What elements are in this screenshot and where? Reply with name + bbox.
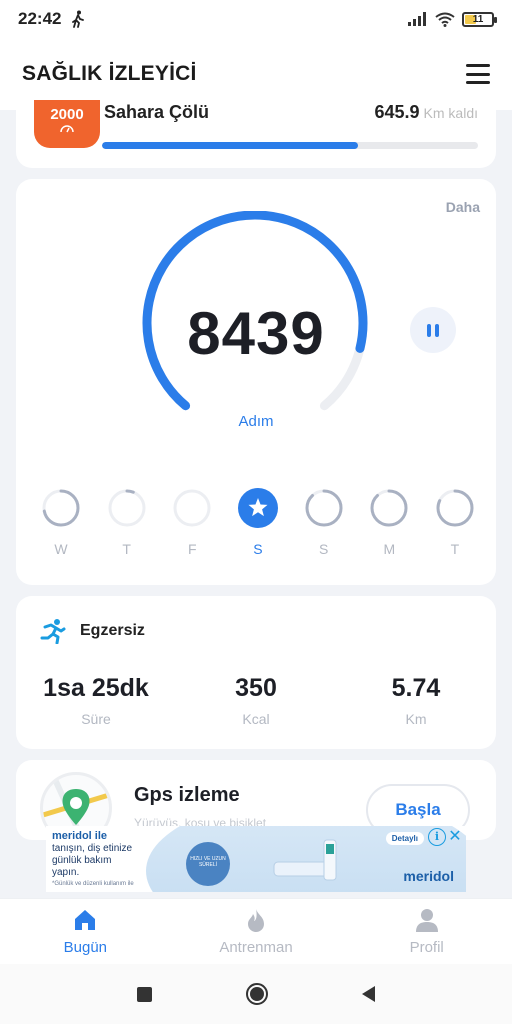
recents-button[interactable]	[137, 986, 152, 1002]
nav-item-profile[interactable]: Profil	[341, 899, 512, 964]
stat-label: Süre	[81, 711, 111, 727]
day-progress-ring	[173, 489, 211, 527]
steps-card: Daha 8439 Adım W T F S S M T	[16, 179, 496, 585]
gps-title: Gps izleme	[134, 784, 240, 806]
nav-label: Bugün	[63, 939, 108, 956]
day-progress-ring	[42, 489, 80, 527]
day-label: S	[253, 541, 263, 557]
ad-close-icon[interactable]: ✕	[446, 828, 464, 846]
pause-button[interactable]	[410, 307, 456, 353]
signal-icon	[408, 12, 426, 26]
exercise-header: Egzersiz	[40, 618, 145, 644]
steps-label: Adım	[238, 413, 274, 430]
stat-distance: 5.74 Km	[336, 674, 496, 727]
day-item[interactable]: F	[171, 487, 213, 557]
challenge-badge: 2000	[34, 100, 100, 148]
exercise-card[interactable]: Egzersiz 1sa 25dk Süre 350 Kcal 5.74 Km	[16, 596, 496, 749]
pause-icon	[427, 323, 431, 337]
ad-info-icon[interactable]: i	[428, 828, 446, 846]
walking-icon	[72, 10, 85, 28]
day-label: T	[450, 541, 460, 557]
status-time: 22:42	[18, 9, 62, 28]
person-icon	[415, 909, 438, 932]
ad-text: tanışın, diş etinize günlük bakım yapın.	[52, 843, 133, 878]
day-label: M	[383, 541, 396, 557]
challenge-remaining: 645.9 Km kaldı	[374, 102, 478, 122]
challenge-card[interactable]: 2000 Sahara Çölü 645.9 Km kaldı	[16, 100, 496, 168]
nav-label: Antrenman	[219, 939, 293, 956]
week-progress: WTFSSMT	[40, 487, 476, 557]
steps-count: 8439	[187, 300, 325, 367]
nav-item-today[interactable]: Bugün	[0, 899, 171, 964]
status-bar: 22:42 11	[0, 0, 512, 38]
menu-button[interactable]	[466, 64, 490, 84]
back-button[interactable]	[362, 986, 375, 1002]
day-label: S	[318, 541, 329, 557]
day-progress-ring	[370, 489, 408, 527]
ad-banner[interactable]: meridol ile tanışın, diş etinize günlük b…	[46, 826, 466, 892]
star-icon	[237, 488, 278, 528]
gauge-icon	[60, 125, 74, 133]
system-nav-bar	[0, 964, 512, 1024]
menu-icon	[466, 64, 490, 67]
home-button[interactable]	[246, 983, 268, 1005]
day-label: F	[188, 541, 197, 557]
running-icon	[40, 619, 66, 644]
ad-cta[interactable]: Detaylı	[385, 832, 424, 845]
ad-brand: meridol ile	[52, 830, 108, 842]
day-item[interactable]: T	[434, 487, 476, 557]
page-title: SAĞLIK İZLEYİCİ	[22, 62, 197, 85]
day-progress-ring	[436, 489, 474, 527]
challenge-progress-fill	[102, 142, 358, 149]
nav-item-workout[interactable]: Antrenman	[171, 899, 342, 964]
ad-logo: meridol	[403, 868, 454, 884]
day-item[interactable]: W	[40, 487, 82, 557]
battery-level: 11	[472, 13, 484, 25]
more-link[interactable]: Daha	[446, 199, 480, 215]
wifi-icon	[435, 12, 455, 27]
ad-badge: HIZLI VE UZUN SÜRELİ	[186, 842, 230, 886]
stat-value: 5.74	[391, 674, 441, 702]
day-item[interactable]: M	[368, 487, 410, 557]
nav-label: Profil	[409, 939, 444, 956]
ad-fine-print: *Günlük ve düzenli kullanım ile	[52, 881, 134, 887]
day-progress-ring	[108, 489, 146, 527]
day-item[interactable]: T	[106, 487, 148, 557]
flame-icon	[248, 909, 264, 932]
stat-label: Km	[405, 711, 427, 727]
day-progress-ring	[305, 489, 343, 527]
home-icon	[75, 910, 96, 930]
stat-duration: 1sa 25dk Süre	[16, 674, 176, 727]
stat-calories: 350 Kcal	[176, 674, 336, 727]
exercise-stats: 1sa 25dk Süre 350 Kcal 5.74 Km	[16, 674, 496, 727]
stat-value: 350	[235, 674, 277, 702]
challenge-badge-number: 2000	[50, 106, 84, 123]
toothpaste-image	[273, 839, 337, 881]
day-item[interactable]: S	[303, 487, 345, 557]
challenge-progress-bar	[102, 142, 478, 149]
challenge-name: Sahara Çölü	[104, 102, 210, 122]
day-item[interactable]: S	[237, 487, 279, 557]
stat-label: Kcal	[242, 711, 270, 727]
day-label: T	[122, 541, 131, 557]
stat-value: 1sa 25dk	[43, 674, 149, 702]
battery-icon: 11	[462, 11, 497, 27]
exercise-title: Egzersiz	[80, 622, 145, 639]
bottom-nav: Bugün Antrenman Profil	[0, 898, 512, 964]
day-label: W	[54, 541, 68, 557]
